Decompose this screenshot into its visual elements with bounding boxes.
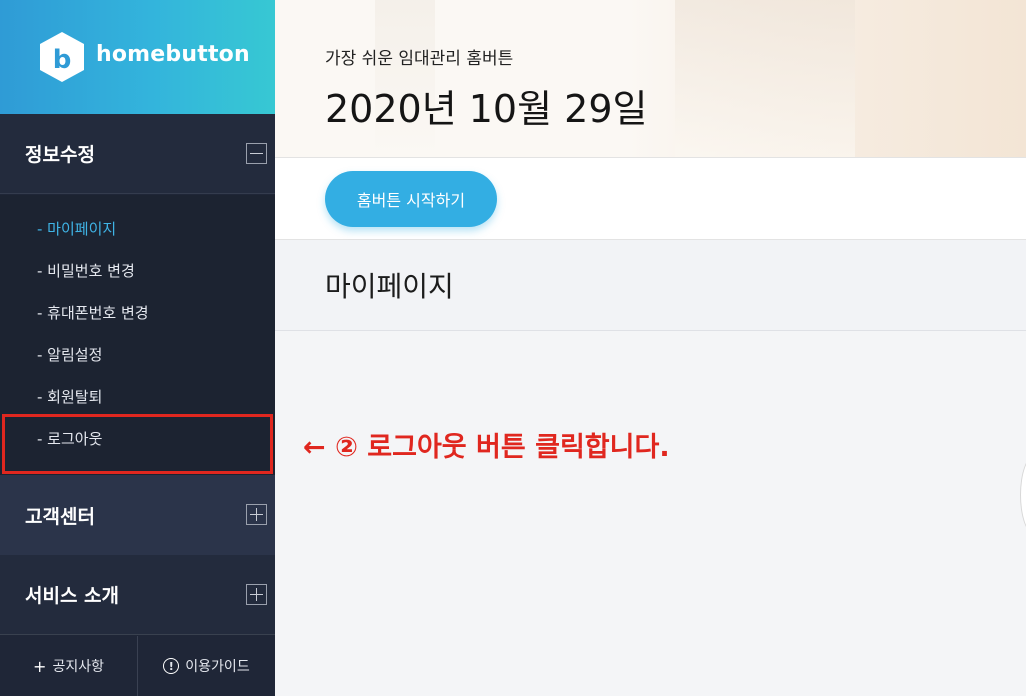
instruction-annotation: ← ② 로그아웃 버튼 클릭합니다. [303, 432, 670, 463]
menu-section-label: 정보수정 [25, 144, 95, 166]
expand-plus-icon[interactable] [246, 504, 267, 525]
start-area: 홈버튼 시작하기 [275, 157, 1026, 240]
submenu-item-withdraw[interactable]: - 회원탈퇴 [37, 386, 102, 407]
user-guide-label: 이용가이드 [185, 659, 250, 675]
menu-section-label: 고객센터 [25, 505, 95, 528]
page-title: 마이페이지 [325, 270, 454, 303]
menu-section-service-intro[interactable]: 서비스 소개 [0, 555, 275, 635]
content-area [275, 331, 1026, 696]
submenu-item-change-password[interactable]: - 비밀번호 변경 [37, 260, 135, 281]
hero-background [675, 0, 855, 157]
brand-name: homebutton [96, 42, 250, 67]
sidebar-footer: + 공지사항 ! 이용가이드 [0, 636, 275, 696]
notice-button[interactable]: + 공지사항 [0, 636, 137, 696]
svg-text:b: b [53, 45, 72, 75]
menu-section-info-edit[interactable]: 정보수정 [0, 114, 275, 194]
hero-subtitle: 가장 쉬운 임대관리 홈버튼 [325, 49, 514, 69]
plus-icon: + [33, 656, 47, 676]
user-guide-button[interactable]: ! 이용가이드 [137, 636, 275, 696]
collapse-minus-icon[interactable] [246, 143, 267, 164]
expand-plus-icon[interactable] [246, 584, 267, 605]
notice-label: 공지사항 [52, 659, 104, 675]
sidebar: b homebutton 정보수정 - 마이페이지 - 비밀번호 변경 - 휴대… [0, 0, 275, 696]
hero-banner: 가장 쉬운 임대관리 홈버튼 2020년 10월 29일 [275, 0, 1026, 157]
logout-highlight-box [2, 414, 273, 474]
menu-section-customer-center[interactable]: 고객센터 [0, 475, 275, 555]
hero-date: 2020년 10월 29일 [325, 87, 648, 131]
page-title-bar: 마이페이지 [275, 240, 1026, 331]
submenu-item-change-phone[interactable]: - 휴대폰번호 변경 [37, 302, 149, 323]
submenu-item-notification-settings[interactable]: - 알림설정 [37, 344, 102, 365]
logo-bar[interactable]: b homebutton [0, 0, 275, 114]
menu-section-label: 서비스 소개 [25, 585, 120, 607]
start-homebutton-button[interactable]: 홈버튼 시작하기 [325, 171, 497, 227]
homebutton-logo-icon: b [40, 32, 84, 82]
submenu-item-mypage[interactable]: - 마이페이지 [37, 218, 116, 239]
info-exclamation-icon: ! [163, 658, 180, 674]
